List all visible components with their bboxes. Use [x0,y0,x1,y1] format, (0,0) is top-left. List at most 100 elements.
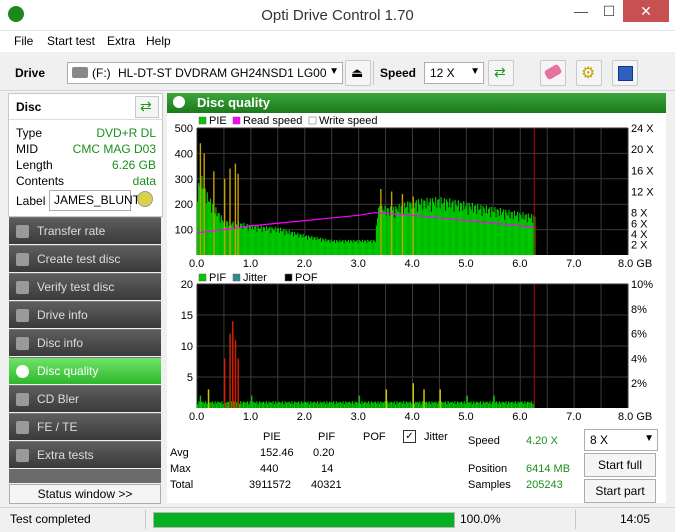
pie-peak-bar [234,163,237,255]
pie-bar [255,225,257,255]
pie-bar [198,183,200,255]
x-tick-label: 1.0 [243,258,258,270]
pie-bar [374,242,376,255]
nav-transfer-rate[interactable]: Transfer rate [9,217,161,244]
pif-bar [467,402,469,408]
disc-info-panel: Disc ⇄ Type DVD+R DL MID CMC MAG D03 Len… [8,93,163,217]
settings-button[interactable]: ⚙ [576,60,602,86]
pie-bar [476,213,478,255]
pif-bar [202,401,204,408]
pie-bar [328,239,330,255]
pie-bar [479,209,481,255]
pif-bar [315,403,317,408]
pie-bar [326,241,328,255]
nav-fe-te[interactable]: FE / TE [9,413,161,440]
close-button[interactable]: ✕ [623,0,669,22]
menu-file[interactable]: File [14,34,33,48]
menu-start-test[interactable]: Start test [47,34,95,48]
pif-bar [252,401,254,408]
nav-disc-info[interactable]: Disc info [9,329,161,356]
menu-help[interactable]: Help [146,34,171,48]
pie-bar [500,214,503,255]
pif-bar [316,401,319,408]
pie-bar [292,236,295,255]
pie-bar [263,227,266,255]
status-window-button[interactable]: Status window >> [9,484,161,504]
refresh-speed-button[interactable]: ⇄ [488,60,514,86]
menu-extra[interactable]: Extra [107,34,135,48]
pie-bar [495,217,497,255]
save-button[interactable] [612,60,638,86]
pif-bar [419,401,421,408]
disc-refresh-button[interactable]: ⇄ [135,96,159,118]
pie-bar [370,239,372,255]
eject-button[interactable]: ⏏ [345,60,371,86]
drive-select[interactable]: (F:) HL-DT-ST DVDRAM GH24NSD1 LG00 ▼ [67,62,343,84]
nav-drive-info[interactable]: Drive info [9,301,161,328]
jitter-checkbox[interactable]: ✓ [403,430,416,443]
pie-bar [314,237,316,255]
disc-label-field[interactable]: JAMES_BLUNT [49,190,140,211]
pif-bar [496,401,498,408]
pie-bar [220,215,222,255]
refresh-icon: ⇄ [140,98,152,114]
pie-bar [273,230,275,255]
maximize-button[interactable]: ☐ [595,0,623,22]
disc-label-button[interactable] [135,190,155,209]
pie-bar [439,208,441,255]
pif-bar [319,401,321,408]
pif-bar [248,404,250,408]
pie-bar [452,200,454,255]
speed-select[interactable]: 12 X ▼ [424,62,484,84]
pie-bar [211,212,213,255]
pif-bar [203,403,205,408]
y2-tick-label: 8 X [631,208,648,220]
pif-bar [508,401,510,408]
nav-extra-tests[interactable]: Extra tests [9,441,161,468]
pie-bar [209,198,212,255]
pif-bar [427,403,429,408]
pie-bar [485,205,487,255]
pif-bar [372,402,374,408]
pie-bar [486,213,489,255]
pie-bar [227,221,229,255]
pie-bar [464,208,466,255]
pie-bar [333,239,336,255]
pie-bar [309,237,311,255]
pif-bar [245,402,247,408]
pif-bar [320,402,323,408]
pif-bar [249,401,251,408]
pif-bar [218,402,220,408]
pie-bar [378,207,380,255]
nav-disc-quality[interactable]: Disc quality [9,357,161,384]
pif-peak-bar [304,401,307,408]
pif-bar [376,403,378,408]
erase-button[interactable] [540,60,566,86]
pie-bar [290,232,292,255]
pif-bar [389,401,391,408]
start-part-button[interactable]: Start part [584,479,656,503]
pie-bar [260,225,262,255]
pif-bar [446,404,448,408]
y-tick-label: 200 [175,199,193,211]
pif-bar [475,401,478,408]
pif-bar [347,402,350,408]
start-full-button[interactable]: Start full [584,453,656,477]
pif-bar [490,403,492,408]
y-tick-label: 20 [181,279,193,291]
legend-label: POF [295,272,318,284]
nav-verify-test-disc[interactable]: Verify test disc [9,273,161,300]
minimize-button[interactable]: — [567,0,595,22]
nav-create-test-disc[interactable]: Create test disc [9,245,161,272]
pie-bar [245,226,247,255]
pie-bar [324,240,326,255]
test-speed-select[interactable]: 8 X ▼ [584,429,658,451]
pie-peak-bar [203,153,205,255]
pif-bar [338,401,340,408]
pie-bar [288,230,290,255]
nav-cd-bler[interactable]: CD Bler [9,385,161,412]
pie-bar [451,202,453,255]
pie-bar [474,205,477,255]
pif-bar [440,401,442,408]
nav-label: Extra tests [37,448,94,462]
